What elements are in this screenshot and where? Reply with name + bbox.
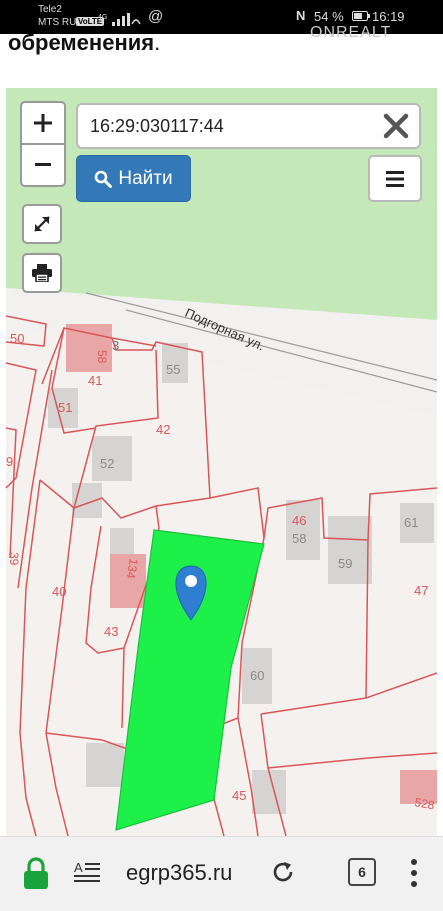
parcel-number: 51 [58,400,72,415]
tab-switcher-button[interactable]: 6 [348,858,376,886]
parcel-number: 39 [7,552,21,566]
minus-icon [35,163,51,166]
parcel-number: 61 [404,515,418,530]
find-button-label: Найти [118,167,173,189]
printer-icon [32,264,52,282]
at-icon: @ [148,8,164,25]
reader-mode-icon[interactable]: A [74,859,100,885]
plus-icon [34,114,52,132]
parcel-number: 58 [292,531,306,546]
close-icon[interactable] [381,111,411,141]
parcel-number: 52 [100,456,114,471]
parcel-number: 40 [52,584,66,599]
parcel-number: 528 [413,795,435,812]
lock-icon[interactable] [22,857,50,889]
print-button[interactable] [22,253,62,293]
parcel-number: 46 [292,513,306,528]
nfc-icon: N [296,8,306,23]
zoom-out-button[interactable] [20,143,66,187]
heading-text: обременения [8,30,155,55]
reload-icon[interactable] [270,859,296,885]
layers-menu-button[interactable] [368,155,422,202]
parcel-number: 59 [338,556,352,571]
tab-count: 6 [358,864,366,880]
watermark: ONREALT [310,24,392,41]
svg-text:A: A [74,860,83,875]
parcel-number: 42 [156,422,170,437]
expand-icon [34,216,50,232]
parcel-number: 50 [10,331,24,346]
parcel-number: 58 [95,350,109,364]
battery-percent: 54 % [314,9,344,24]
network-type: 4G [98,14,107,21]
battery-icon [352,11,370,21]
hamburger-menu-icon [386,170,404,187]
search-input-value[interactable]: 16:29:030117:44 [90,116,224,137]
search-icon [95,170,113,188]
browser-address-bar: A egrp365.ru 6 [0,836,443,911]
parcel-number: 60 [250,668,264,683]
parcel-number: 41 [88,373,102,388]
more-options-icon[interactable] [404,857,424,889]
cadastral-search-field[interactable]: 16:29:030117:44 [76,103,421,149]
parcel-number: 47 [414,583,428,598]
parcel-number: 43 [104,624,118,639]
find-button[interactable]: Найти [76,155,191,202]
page-heading: обременения. [8,30,160,56]
zoom-in-button[interactable] [20,101,66,145]
fullscreen-button[interactable] [22,204,62,244]
carrier-primary: Tele2 [38,4,62,15]
heading-suffix: . [154,30,161,55]
url-field[interactable]: egrp365.ru [116,849,296,895]
signal-icon: 4G [98,13,141,26]
parcel-number: 9 [6,454,13,469]
parcel-number: 55 [166,362,180,377]
parcel-number: 45 [232,788,246,803]
url-text[interactable]: egrp365.ru [126,860,232,886]
parcel-number: 3 [112,338,119,353]
clock: 16:19 [372,9,405,24]
